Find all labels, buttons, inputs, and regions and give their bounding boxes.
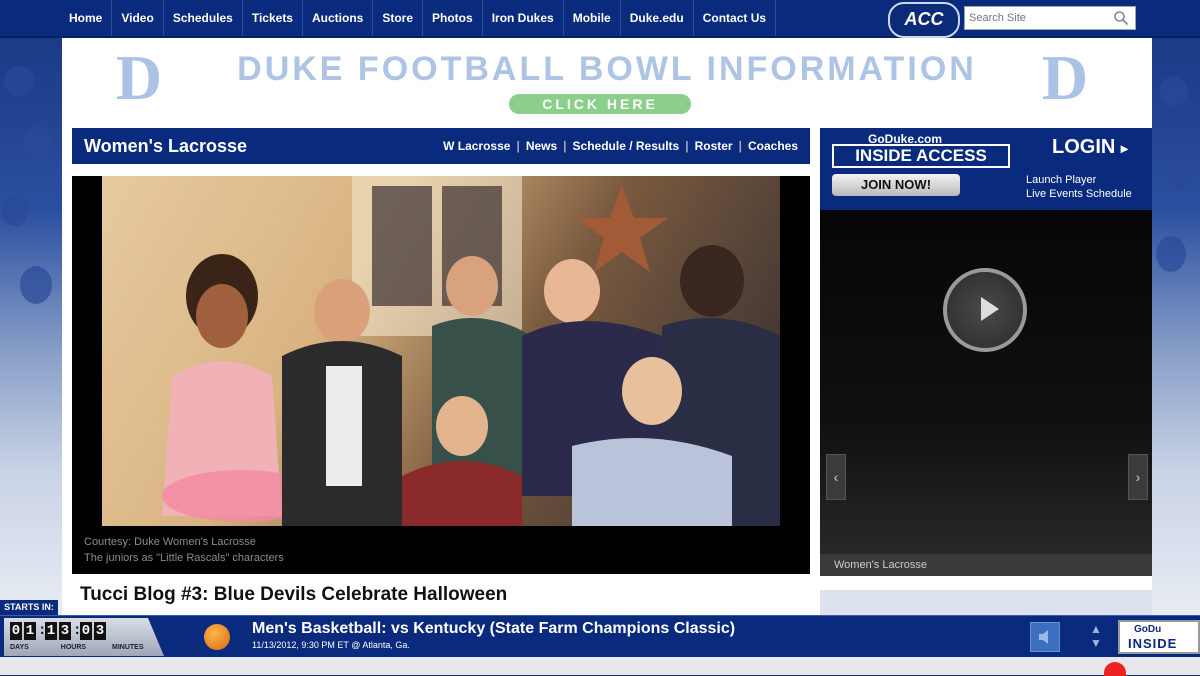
search-input[interactable] xyxy=(965,7,1113,29)
click-here-button[interactable]: CLICK HERE xyxy=(509,94,691,114)
countdown-units: DAYS HOURS MINUTES xyxy=(10,644,144,651)
inside-access-title: INSIDE ACCESS xyxy=(832,144,1010,168)
chevron-right-icon[interactable]: › xyxy=(1128,454,1148,500)
countdown-clock: 0 1 : 1 3 : 0 3 DAYS HOURS MINUTES xyxy=(4,618,164,656)
basketball-icon xyxy=(204,624,230,650)
inside-access-corner-logo[interactable]: GoDu INSIDE xyxy=(1118,620,1200,654)
duke-logo-right: D xyxy=(1041,42,1089,113)
event-ticker: 0 1 : 1 3 : 0 3 DAYS HOURS MINUTES Men's… xyxy=(0,615,1200,658)
nav-item-tickets[interactable]: Tickets xyxy=(243,0,303,36)
article-headline[interactable]: Tucci Blog #3: Blue Devils Celebrate Hal… xyxy=(80,584,507,606)
player-caption: Women's Lacrosse xyxy=(820,554,1152,576)
join-now-button[interactable]: JOIN NOW! xyxy=(832,174,960,196)
link-w-lacrosse[interactable]: W Lacrosse xyxy=(437,128,516,164)
unit-days: DAYS xyxy=(10,644,29,651)
nav-item-schedules[interactable]: Schedules xyxy=(164,0,243,36)
search-icon[interactable] xyxy=(1113,10,1129,31)
team-halloween-photo[interactable] xyxy=(102,176,780,526)
banner-title: DUKE FOOTBALL BOWL INFORMATION xyxy=(237,50,977,88)
inside-access-panel: GoDuke.com INSIDE ACCESS LOGIN ▸ JOIN NO… xyxy=(820,128,1152,210)
chevron-right-icon: ▸ xyxy=(1120,140,1128,156)
nav-item-store[interactable]: Store xyxy=(373,0,424,36)
countdown-digit: 3 xyxy=(94,622,106,640)
countdown-digit: 1 xyxy=(24,622,36,640)
ticker-scroll-arrows[interactable]: ▲ ▼ xyxy=(1090,622,1102,650)
nav-item-video[interactable]: Video xyxy=(112,0,164,36)
nav-item-auctions[interactable]: Auctions xyxy=(303,0,374,36)
link-roster[interactable]: Roster xyxy=(689,128,739,164)
link-schedule-results[interactable]: Schedule / Results xyxy=(567,128,686,164)
nav-item-contact-us[interactable]: Contact Us xyxy=(694,0,777,36)
nav-item-iron-dukes[interactable]: Iron Dukes xyxy=(483,0,564,36)
search-box xyxy=(964,6,1136,30)
nav-item-photos[interactable]: Photos xyxy=(423,0,483,36)
chevron-down-icon[interactable]: ▼ xyxy=(1090,636,1102,650)
crowd-background-right xyxy=(1152,36,1200,616)
video-player: ‹ › Women's Lacrosse xyxy=(820,210,1152,576)
sport-title: Women's Lacrosse xyxy=(84,136,248,156)
login-label: LOGIN xyxy=(1052,136,1116,158)
football-bowl-banner[interactable]: D DUKE FOOTBALL BOWL INFORMATION CLICK H… xyxy=(62,38,1152,122)
launch-player-link[interactable]: Launch Player xyxy=(1026,174,1096,186)
speaker-icon[interactable] xyxy=(1030,622,1060,652)
top-navigation: Home Video Schedules Tickets Auctions St… xyxy=(0,0,1200,38)
countdown-colon: : xyxy=(38,623,47,639)
duke-logo-left: D xyxy=(115,42,163,113)
browser-status-strip xyxy=(0,657,1200,675)
starts-in-label: STARTS IN: xyxy=(0,600,58,615)
countdown-digit: 0 xyxy=(80,622,92,640)
unit-minutes: MINUTES xyxy=(112,644,144,651)
countdown-digit: 1 xyxy=(45,622,57,640)
nav-item-duke-edu[interactable]: Duke.edu xyxy=(621,0,694,36)
acc-logo[interactable]: ACC xyxy=(888,2,960,38)
chevron-up-icon[interactable]: ▲ xyxy=(1090,622,1102,636)
play-icon[interactable] xyxy=(943,268,1027,352)
photo-credit: Courtesy: Duke Women's Lacrosse xyxy=(84,536,256,548)
countdown-colon: : xyxy=(73,623,82,639)
nav-item-home[interactable]: Home xyxy=(60,0,113,36)
ticker-game-date: 11/13/2012, 9:30 PM ET @ Atlanta, Ga. xyxy=(252,640,410,650)
feature-photo: Courtesy: Duke Women's Lacrosse The juni… xyxy=(72,176,810,574)
photo-caption: The juniors as "Little Rascals" characte… xyxy=(84,552,284,564)
countdown-digit: 0 xyxy=(10,622,22,640)
nav-item-mobile[interactable]: Mobile xyxy=(564,0,621,36)
main-panel: D DUKE FOOTBALL BOWL INFORMATION CLICK H… xyxy=(62,38,1152,620)
crowd-background-left xyxy=(0,36,62,616)
unit-hours: HOURS xyxy=(60,644,87,651)
link-news[interactable]: News xyxy=(520,128,563,164)
chevron-left-icon[interactable]: ‹ xyxy=(826,454,846,500)
login-button[interactable]: LOGIN ▸ xyxy=(1052,136,1128,159)
sport-links: W Lacrosse | News | Schedule / Results | Ro… xyxy=(437,128,804,164)
corner-title: INSIDE xyxy=(1128,636,1178,651)
ticker-game-title[interactable]: Men's Basketball: vs Kentucky (State Far… xyxy=(252,620,735,638)
corner-brand: GoDu xyxy=(1134,624,1162,635)
live-events-schedule-link[interactable]: Live Events Schedule xyxy=(1026,188,1132,200)
link-coaches[interactable]: Coaches xyxy=(742,128,804,164)
sport-header-bar: Women's Lacrosse W Lacrosse | News | Sched… xyxy=(72,128,810,164)
countdown-digit: 3 xyxy=(59,622,71,640)
